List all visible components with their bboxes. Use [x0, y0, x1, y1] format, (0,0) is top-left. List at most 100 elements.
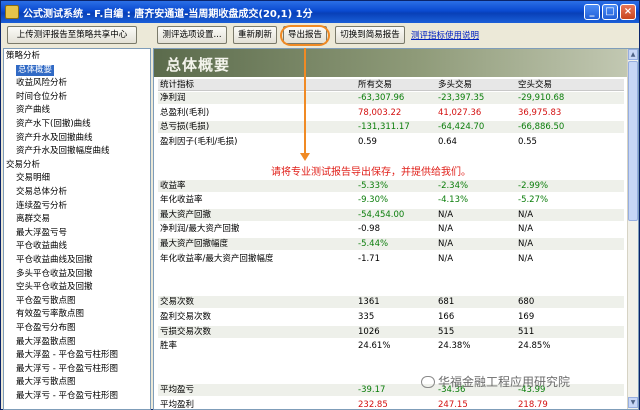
table-cell: 41,027.36 — [438, 107, 482, 118]
table-row — [158, 267, 624, 279]
window-title: 公式测试系统 - F.自编 : 唐齐安通道-当周期收盘成交(20,1) 1分 — [23, 8, 313, 20]
table-row: 收益率 -5.33% -2.34% -2.99% — [158, 179, 624, 192]
scroll-down-icon[interactable]: ▼ — [628, 397, 638, 408]
section-banner: 总体概要 — [154, 49, 628, 77]
table-row: 年化收益率/最大资产回撤幅度 -1.71 N/A N/A — [158, 253, 624, 265]
tree-item[interactable]: 总体概要 — [16, 64, 55, 76]
row-label: 总亏损(毛损) — [160, 122, 210, 133]
column-header: 多头交易 — [438, 80, 473, 90]
maximize-button[interactable]: □ — [602, 4, 618, 20]
help-link[interactable]: 测评指标使用说明 — [411, 29, 479, 41]
tree-item[interactable]: 资产升水及回撤幅度曲线 — [16, 146, 110, 157]
table-cell: N/A — [518, 239, 534, 249]
table-cell: -5.33% — [358, 180, 389, 191]
table-cell: 515 — [438, 326, 455, 337]
table-cell: -39.17 — [358, 385, 386, 395]
table-cell: -5.44% — [358, 239, 389, 249]
table-row — [158, 355, 624, 367]
row-label: 盈利因子(毛利/毛损) — [160, 136, 238, 147]
table-row — [158, 282, 624, 294]
table-cell: 24.85% — [518, 341, 551, 352]
tree-item[interactable]: 交易总体分析 — [16, 187, 67, 198]
tree-item[interactable]: 空头平仓收益及回撤 — [16, 282, 93, 293]
tree-item[interactable]: 多头平仓收益及回撤 — [16, 269, 93, 280]
tree-item[interactable]: 连续盈亏分析 — [16, 201, 67, 212]
annotation-arrow-head — [300, 153, 310, 161]
vertical-scrollbar[interactable]: ▲ ▼ — [627, 49, 638, 409]
scroll-up-icon[interactable]: ▲ — [628, 49, 638, 60]
close-button[interactable]: × — [620, 4, 636, 20]
tree-item[interactable]: 平仓盈亏分布图 — [16, 323, 76, 334]
table-cell: N/A — [438, 224, 454, 235]
row-label: 平均盈亏 — [160, 385, 195, 395]
row-label: 收益率 — [160, 180, 186, 191]
row-label: 净利润 — [160, 93, 186, 103]
simple-report-button[interactable]: 切换到简易报告 — [335, 26, 405, 44]
table-row — [158, 150, 624, 162]
table-cell: 232.85 — [358, 399, 388, 410]
table-row: 平均盈利 232.85 247.15 218.79 — [158, 399, 624, 410]
column-header: 统计指标 — [160, 80, 195, 90]
watermark: 华福金融工程应用研究院 — [421, 373, 570, 390]
analysis-tree[interactable]: 策略分析 总体概要 收益风险分析 时间仓位分析 资产曲线 资产水下(回撤)曲线 资产升水及回… — [3, 48, 151, 410]
table-cell: -0.98 — [358, 224, 380, 235]
scroll-thumb[interactable] — [628, 61, 638, 221]
table-cell: 169 — [518, 312, 535, 322]
table-row: 净利润 -63,307.96 -23,397.35 -29,910.68 — [158, 92, 624, 104]
table-cell: N/A — [518, 224, 534, 235]
table-cell: 680 — [518, 297, 535, 308]
row-label: 年化收益率/最大资产回撤幅度 — [160, 253, 274, 264]
table-row: 总盈利(毛利) 78,003.22 41,027.36 36,975.83 — [158, 107, 624, 119]
tree-group[interactable]: 交易分析 — [6, 160, 40, 171]
table-row: 净利润/最大资产回撤 -0.98 N/A N/A — [158, 223, 624, 235]
tree-item[interactable]: 离群交易 — [16, 214, 50, 225]
table-cell: -2.34% — [438, 180, 469, 191]
test-settings-button[interactable]: 测评选项设置... — [157, 26, 227, 44]
tree-item[interactable]: 资产升水及回撤曲线 — [16, 133, 93, 144]
row-label: 总盈利(毛利) — [160, 107, 210, 118]
table-row: 年化收益率 -9.30% -4.13% -5.27% — [158, 194, 624, 206]
tree-item[interactable]: 资产水下(回撤)曲线 — [16, 119, 91, 130]
tree-item[interactable]: 最大浮盈散点图 — [16, 337, 76, 348]
table-row: 盈利交易次数 335 166 169 — [158, 311, 624, 323]
table-cell: -63,307.96 — [358, 93, 405, 103]
table-cell: -1.71 — [358, 253, 380, 264]
row-label: 平均盈利 — [160, 399, 195, 410]
refresh-button[interactable]: 重新刷新 — [233, 26, 277, 44]
table-row: 总亏损(毛损) -131,311.17 -64,424.70 -66,886.50 — [158, 121, 624, 134]
tree-item[interactable]: 有效盈亏率散点图 — [16, 309, 84, 320]
tree-item[interactable]: 最大浮盈 - 平仓盈亏柱形图 — [16, 350, 118, 361]
table-cell: 1026 — [358, 326, 380, 337]
table-row: 胜率 24.61% 24.38% 24.85% — [158, 340, 624, 352]
table-cell: N/A — [518, 209, 534, 220]
tree-item[interactable]: 平仓收益曲线 — [16, 241, 67, 252]
tree-item[interactable]: 收益风险分析 — [16, 78, 67, 89]
tree-group[interactable]: 策略分析 — [6, 51, 40, 62]
tree-item[interactable]: 平仓盈亏散点图 — [16, 296, 76, 307]
table-cell: 166 — [438, 312, 455, 322]
upload-report-button[interactable]: 上传测评报告至策略共享中心 — [7, 26, 137, 44]
tree-item[interactable]: 最大浮盈亏号 — [16, 228, 67, 239]
tree-item[interactable]: 平仓收益曲线及回撤 — [16, 255, 93, 266]
minimize-button[interactable]: _ — [584, 4, 600, 20]
annotation-arrow — [304, 48, 306, 155]
table-cell: 36,975.83 — [518, 107, 562, 118]
table-row: 最大资产回撤 -54,454.00 N/A N/A — [158, 208, 624, 221]
tree-item[interactable]: 最大浮亏 - 平仓盈亏柱形图 — [16, 391, 118, 402]
wechat-icon — [421, 375, 435, 388]
table-cell: 24.38% — [438, 341, 471, 352]
table-cell: 335 — [358, 312, 375, 322]
table-cell: 247.15 — [438, 399, 468, 410]
tree-item[interactable]: 最大浮亏散点图 — [16, 377, 76, 388]
row-label: 盈利交易次数 — [160, 312, 212, 322]
tree-item[interactable]: 资产曲线 — [16, 105, 50, 116]
title-bar[interactable]: 公式测试系统 - F.自编 : 唐齐安通道-当周期收盘成交(20,1) 1分 _… — [1, 1, 639, 23]
tree-item[interactable]: 时间仓位分析 — [16, 92, 67, 103]
tree-item[interactable]: 交易明细 — [16, 173, 50, 184]
tree-item[interactable]: 最大浮亏 - 平仓盈亏柱形图 — [16, 364, 118, 375]
table-cell: -66,886.50 — [518, 122, 565, 133]
row-label: 最大资产回撤 — [160, 209, 212, 220]
table-cell: N/A — [518, 253, 534, 264]
table-cell: 218.79 — [518, 399, 548, 410]
table-cell: -9.30% — [358, 195, 389, 206]
